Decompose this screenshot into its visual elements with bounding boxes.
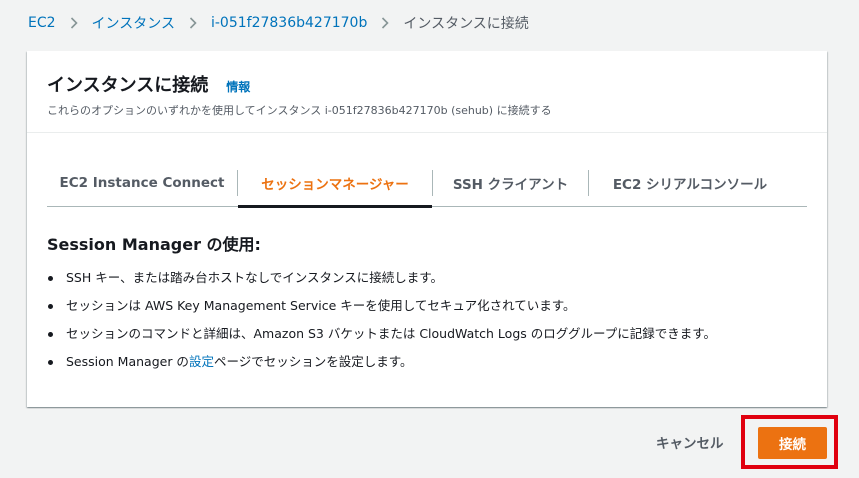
panel-header: インスタンスに接続 情報 これらのオプションのいずれかを使用してインスタンス i… bbox=[27, 51, 827, 133]
bullet-icon bbox=[48, 303, 53, 309]
session-manager-bullets: SSH キー、または踏み台ホストなしでインスタンスに接続します。 セッションは … bbox=[47, 264, 716, 376]
bullet-icon bbox=[48, 275, 53, 281]
list-item: セッションのコマンドと詳細は、Amazon S3 バケットまたは CloudWa… bbox=[47, 320, 716, 348]
chevron-right-icon bbox=[56, 17, 92, 29]
tab-session-manager[interactable]: セッションマネージャー bbox=[238, 159, 432, 208]
bullet-text-before: Session Manager の bbox=[66, 354, 189, 369]
settings-link[interactable]: 設定 bbox=[189, 348, 214, 376]
connection-tabs: EC2 Instance Connect セッションマネージャー SSH クライ… bbox=[47, 159, 807, 208]
panel-title-row: インスタンスに接続 情報 bbox=[47, 71, 807, 97]
bullet-text: セッションは AWS Key Management Service キーを使用し… bbox=[66, 298, 576, 313]
bullet-text: セッションのコマンドと詳細は、Amazon S3 バケットまたは CloudWa… bbox=[66, 326, 716, 341]
breadcrumb-current: インスタンスに接続 bbox=[403, 16, 529, 32]
breadcrumb-ec2[interactable]: EC2 bbox=[28, 15, 56, 31]
bullet-text: SSH キー、または踏み台ホストなしでインスタンスに接続します。 bbox=[66, 270, 443, 285]
info-link[interactable]: 情報 bbox=[226, 78, 250, 95]
chevron-right-icon bbox=[367, 17, 403, 29]
cancel-button[interactable]: キャンセル bbox=[648, 428, 732, 456]
action-footer: キャンセル 接続 bbox=[0, 415, 859, 470]
connect-panel: インスタンスに接続 情報 これらのオプションのいずれかを使用してインスタンス i… bbox=[27, 51, 827, 407]
list-item: Session Manager の設定 ページでセッションを設定します。 bbox=[47, 348, 716, 376]
bullet-icon bbox=[48, 359, 53, 365]
tab-ssh-client[interactable]: SSH クライアント bbox=[433, 159, 588, 206]
bullet-text-after: ページでセッションを設定します。 bbox=[213, 354, 413, 369]
breadcrumb-instance-id[interactable]: i-051f27836b427170b bbox=[211, 15, 367, 31]
chevron-right-icon bbox=[175, 17, 211, 29]
list-item: セッションは AWS Key Management Service キーを使用し… bbox=[47, 292, 716, 320]
list-item: SSH キー、または踏み台ホストなしでインスタンスに接続します。 bbox=[47, 264, 716, 292]
session-manager-heading: Session Manager の使用: bbox=[47, 235, 261, 254]
panel-description: これらのオプションのいずれかを使用してインスタンス i-051f27836b42… bbox=[47, 104, 552, 117]
breadcrumb-instances[interactable]: インスタンス bbox=[92, 13, 175, 33]
breadcrumb: EC2 インスタンス i-051f27836b427170b インスタンスに接続 bbox=[28, 13, 529, 33]
page-title: インスタンスに接続 bbox=[47, 75, 209, 96]
connect-button[interactable]: 接続 bbox=[758, 427, 827, 459]
tab-serial-console[interactable]: EC2 シリアルコンソール bbox=[589, 159, 791, 206]
tab-ec2-instance-connect[interactable]: EC2 Instance Connect bbox=[47, 159, 237, 206]
bullet-icon bbox=[48, 331, 53, 337]
